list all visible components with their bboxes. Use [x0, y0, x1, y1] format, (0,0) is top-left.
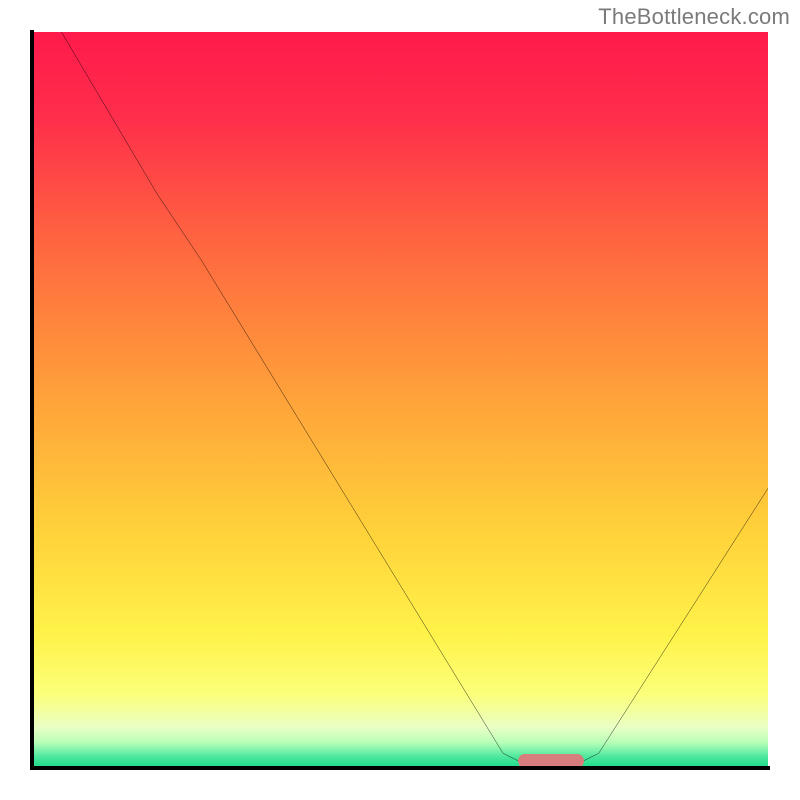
bottleneck-curve — [32, 32, 768, 768]
watermark: TheBottleneck.com — [598, 4, 790, 30]
chart-plot-area — [32, 32, 768, 768]
y-axis-line — [30, 30, 34, 770]
x-axis-line — [30, 766, 770, 770]
